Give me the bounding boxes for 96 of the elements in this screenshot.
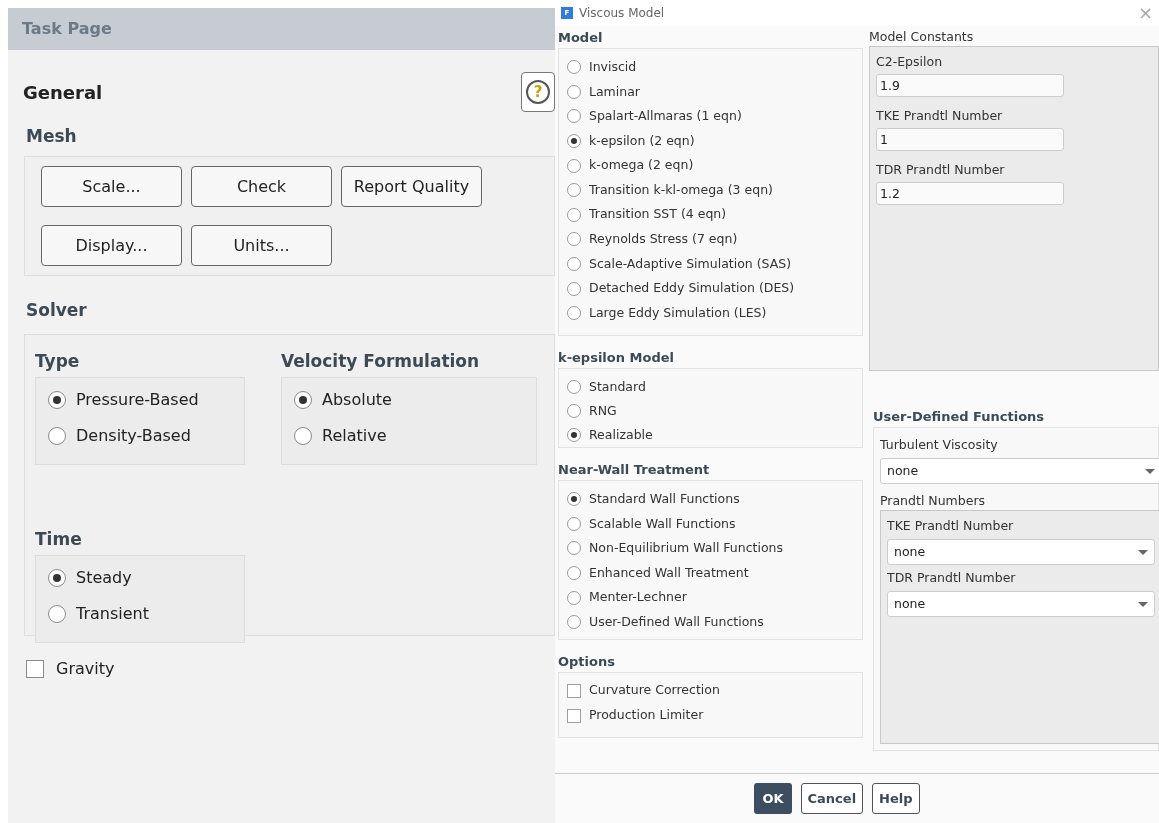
radio-button[interactable] (567, 590, 581, 605)
dropdown[interactable]: none (887, 591, 1155, 617)
group-label: Options (558, 653, 616, 671)
radio-label: Laminar (589, 82, 640, 101)
dialog-button[interactable]: Cancel (800, 783, 864, 814)
group-label: k-epsilon Model (558, 349, 675, 367)
mesh-button[interactable]: Scale... (41, 166, 182, 207)
radio-button[interactable] (48, 605, 66, 623)
field-label: TDR Prandtl Number (876, 161, 1006, 178)
radio-button[interactable] (567, 306, 581, 321)
radio-label: Scalable Wall Functions (589, 514, 736, 533)
radio-button[interactable] (567, 615, 581, 630)
group-label: Model Constants (869, 28, 975, 46)
radio-button[interactable] (567, 84, 581, 99)
group-label: Time (35, 528, 83, 551)
radio-button[interactable] (567, 60, 581, 75)
radio-label: Inviscid (589, 57, 637, 76)
radio-label: Scale-Adaptive Simulation (SAS) (589, 254, 792, 273)
radio-label: Steady (76, 567, 132, 589)
radio-button[interactable] (567, 380, 581, 394)
mesh-button[interactable]: Units... (191, 225, 332, 266)
radio-button[interactable] (567, 516, 581, 531)
dropdown[interactable]: none (880, 458, 1159, 484)
caret-icon (1138, 549, 1148, 555)
checkbox[interactable] (26, 660, 44, 678)
number-field[interactable]: 1 (876, 128, 1064, 151)
group-label: User-Defined Functions (873, 408, 1046, 426)
dropdown[interactable]: none (887, 539, 1155, 565)
field-label: TKE Prandtl Number (887, 517, 1015, 535)
radio-button[interactable] (567, 566, 581, 581)
dialog-button[interactable]: Help (872, 783, 920, 814)
radio-button[interactable] (567, 541, 581, 556)
radio-label: k-epsilon (2 eqn) (589, 131, 695, 150)
radio-label: RNG (589, 401, 617, 420)
group-label: Near-Wall Treatment (558, 461, 711, 479)
radio-button[interactable] (567, 158, 581, 173)
radio-label: Enhanced Wall Treatment (589, 563, 749, 582)
dialog-button[interactable]: OK (754, 783, 792, 814)
section-heading: General (23, 80, 103, 105)
radio-button[interactable] (567, 492, 581, 507)
caret-icon (1138, 601, 1148, 607)
radio-label: Spalart-Allmaras (1 eqn) (589, 107, 742, 126)
radio-label: Large Eddy Simulation (LES) (589, 303, 767, 322)
radio-button[interactable] (294, 427, 312, 445)
radio-label: User-Defined Wall Functions (589, 612, 764, 631)
radio-label: k-omega (2 eqn) (589, 156, 694, 175)
field-label: Turbulent Viscosity (880, 436, 999, 454)
group-label: Model (558, 29, 604, 47)
field-label: Prandtl Numbers (880, 492, 987, 510)
radio-label: Standard (589, 377, 646, 396)
mesh-button[interactable]: Check (191, 166, 332, 207)
radio-button[interactable] (294, 391, 312, 409)
group-label: Type (35, 350, 81, 373)
radio-label: Relative (322, 425, 387, 447)
group-label: Solver (26, 299, 88, 322)
radio-label: Transient (76, 603, 149, 625)
mesh-button[interactable]: Display... (41, 225, 182, 266)
radio-button[interactable] (48, 391, 66, 409)
radio-label: Standard Wall Functions (589, 489, 740, 508)
number-field[interactable]: 1.2 (876, 182, 1064, 205)
caret-icon (1145, 468, 1155, 474)
radio-button[interactable] (567, 232, 581, 247)
radio-button[interactable] (48, 427, 66, 445)
radio-label: Non-Equilibrium Wall Functions (589, 539, 784, 558)
radio-button[interactable] (48, 569, 66, 587)
dialog-title: Viscous Model (579, 5, 665, 22)
group-label: Velocity Formulation (281, 350, 481, 373)
number-field[interactable]: 1.9 (876, 74, 1064, 97)
radio-label: Reynolds Stress (7 eqn) (589, 230, 738, 249)
field-label: TKE Prandtl Number (876, 107, 1004, 124)
radio-label: Density-Based (76, 425, 191, 447)
radio-label: Realizable (589, 425, 653, 444)
radio-button[interactable] (567, 109, 581, 124)
panel-title: Task Page (22, 18, 112, 40)
radio-label: Absolute (322, 389, 392, 411)
radio-label: Transition k-kl-omega (3 eqn) (589, 180, 773, 199)
checkbox-label: Curvature Correction (589, 681, 720, 700)
mesh-button[interactable]: Report Quality (341, 166, 482, 207)
radio-button[interactable] (567, 183, 581, 198)
checkbox-label: Gravity (56, 658, 115, 680)
radio-button[interactable] (567, 207, 581, 222)
field-label: TDR Prandtl Number (887, 569, 1017, 587)
radio-label: Transition SST (4 eqn) (589, 205, 727, 224)
checkbox[interactable] (567, 683, 581, 698)
radio-button[interactable] (567, 404, 581, 418)
radio-label: Pressure-Based (76, 389, 199, 411)
radio-button[interactable] (567, 428, 581, 442)
group-label: Mesh (26, 125, 78, 148)
checkbox[interactable] (567, 708, 581, 723)
radio-button[interactable] (567, 257, 581, 272)
radio-label: Menter-Lechner (589, 588, 687, 607)
radio-button[interactable] (567, 134, 581, 149)
radio-label: Detached Eddy Simulation (DES) (589, 279, 795, 298)
radio-button[interactable] (567, 281, 581, 296)
checkbox-label: Production Limiter (589, 706, 704, 725)
field-label: C2-Epsilon (876, 53, 944, 70)
